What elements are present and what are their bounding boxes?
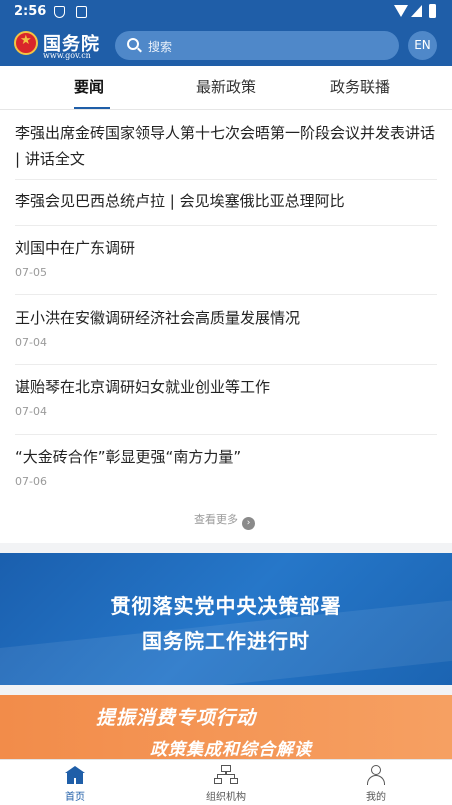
news-title: “大金砖合作”彰显更强“南方力量” bbox=[15, 448, 242, 466]
bottom-navigation: 首页 组织机构 我的 bbox=[0, 759, 452, 805]
search-icon bbox=[127, 38, 139, 50]
notification-icon bbox=[76, 6, 87, 18]
news-title: 刘国中在广东调研 bbox=[15, 239, 136, 257]
banner-title: 提振消费专项行动 bbox=[96, 707, 257, 729]
section-divider bbox=[0, 685, 452, 695]
view-more-label: 查看更多 bbox=[194, 513, 238, 526]
search-bar[interactable]: 搜索 bbox=[115, 31, 399, 60]
nav-profile[interactable]: 我的 bbox=[326, 760, 426, 805]
view-more-link[interactable]: 查看更多 › bbox=[194, 511, 255, 530]
news-date: 07-04 bbox=[15, 405, 47, 418]
tab-government-broadcast[interactable]: 政务联播 bbox=[330, 76, 390, 97]
policy-banner[interactable]: 贯彻落实党中央决策部署 国务院工作进行时 bbox=[0, 553, 452, 685]
status-time: 2:56 bbox=[14, 4, 47, 19]
chevron-right-icon: › bbox=[242, 517, 255, 530]
nav-organization[interactable]: 组织机构 bbox=[176, 760, 276, 805]
brand-url: www.gov.cn bbox=[43, 51, 91, 60]
news-title: 李强出席金砖国家领导人第十七次会晤第一阶段会议并发表讲话 | 讲话全文 bbox=[15, 124, 436, 168]
national-emblem-icon bbox=[14, 31, 38, 55]
section-divider bbox=[0, 543, 452, 553]
org-chart-icon bbox=[214, 765, 238, 785]
status-bar: 2:56 bbox=[0, 0, 452, 24]
news-title: 李强会见巴西总统卢拉 | 会见埃塞俄比亚总理阿比 bbox=[15, 192, 345, 210]
banner-subtitle: 国务院工作进行时 bbox=[142, 629, 310, 653]
list-item[interactable]: 谌贻琴在北京调研妇女就业创业等工作 07-04 bbox=[15, 374, 437, 435]
list-item[interactable]: 刘国中在广东调研 07-05 bbox=[15, 235, 437, 295]
shield-icon bbox=[54, 6, 65, 18]
nav-label: 首页 bbox=[65, 792, 85, 803]
list-item[interactable]: 王小洪在安徽调研经济社会高质量发展情况 07-04 bbox=[15, 305, 437, 365]
news-title: 王小洪在安徽调研经济社会高质量发展情况 bbox=[15, 309, 301, 327]
news-date: 07-04 bbox=[15, 336, 47, 349]
news-date: 07-06 bbox=[15, 475, 47, 488]
nav-home[interactable]: 首页 bbox=[25, 760, 125, 805]
wifi-icon bbox=[394, 5, 408, 17]
banner-subtitle: 政策集成和综合解读 bbox=[150, 740, 312, 759]
active-tab-indicator bbox=[74, 107, 110, 109]
battery-icon bbox=[429, 4, 436, 18]
home-icon bbox=[65, 766, 85, 784]
banner-title: 贯彻落实党中央决策部署 bbox=[110, 594, 342, 618]
news-tabs: 要闻 最新政策 政务联播 bbox=[0, 66, 452, 110]
list-item[interactable]: 李强出席金砖国家领导人第十七次会晤第一阶段会议并发表讲话 | 讲话全文 bbox=[15, 120, 437, 180]
list-item[interactable]: 李强会见巴西总统卢拉 | 会见埃塞俄比亚总理阿比 bbox=[15, 188, 437, 226]
news-date: 07-05 bbox=[15, 266, 47, 279]
user-icon bbox=[366, 765, 386, 785]
tab-latest-policies[interactable]: 最新政策 bbox=[196, 76, 256, 97]
search-placeholder: 搜索 bbox=[148, 40, 173, 54]
language-en-button[interactable]: EN bbox=[408, 31, 437, 60]
consumption-banner[interactable]: 提振消费专项行动 政策集成和综合解读 bbox=[0, 695, 452, 759]
list-item[interactable]: “大金砖合作”彰显更强“南方力量” 07-06 bbox=[15, 444, 437, 504]
app-header: 2:56 国务院 www.gov.cn 搜索 EN bbox=[0, 0, 452, 66]
nav-label: 组织机构 bbox=[206, 792, 246, 803]
signal-icon bbox=[411, 5, 422, 17]
tab-headlines[interactable]: 要闻 bbox=[74, 76, 104, 97]
nav-label: 我的 bbox=[366, 792, 386, 803]
news-title: 谌贻琴在北京调研妇女就业创业等工作 bbox=[15, 378, 271, 396]
